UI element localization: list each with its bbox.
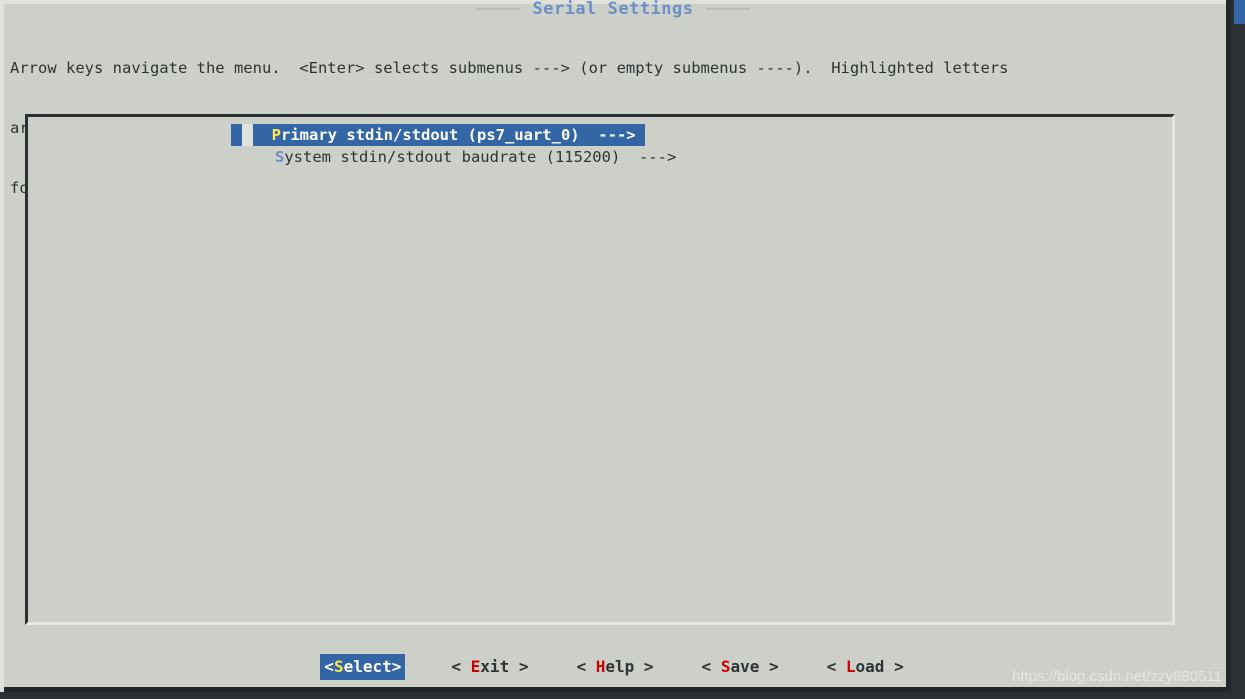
- load-button[interactable]: < Load >: [825, 654, 906, 680]
- button-hotkey: H: [595, 657, 606, 676]
- button-prefix: <: [701, 657, 721, 676]
- terminal-right-gutter: [1234, 24, 1245, 699]
- menu-list-box: Primary stdin/stdout (ps7_uart_0) ---> S…: [25, 114, 1175, 625]
- save-button[interactable]: < Save >: [700, 654, 781, 680]
- menu-item-row-content: Primary stdin/stdout (ps7_uart_0) --->: [231, 124, 645, 146]
- button-prefix: <: [826, 657, 846, 676]
- dialog-top-highlight-border: [0, 0, 1226, 4]
- button-label: ave: [730, 657, 760, 676]
- button-label: oad: [855, 657, 885, 676]
- button-suffix: >: [759, 657, 779, 676]
- selection-cursor-cell: [242, 124, 253, 146]
- help-line-1: Arrow keys navigate the menu. <Enter> se…: [10, 59, 1009, 77]
- help-button[interactable]: < Help >: [574, 654, 655, 680]
- button-suffix: >: [391, 657, 402, 676]
- select-button[interactable]: <Select>: [320, 654, 406, 680]
- button-prefix: <: [576, 657, 596, 676]
- selection-lead-block: [231, 124, 242, 146]
- button-suffix: >: [884, 657, 904, 676]
- menu-list: Primary stdin/stdout (ps7_uart_0) ---> S…: [28, 124, 1172, 168]
- button-prefix: <: [451, 657, 471, 676]
- title-rule-left: [476, 8, 521, 10]
- title-rule-right: [705, 8, 750, 10]
- menu-item-row-content: System stdin/stdout baudrate (115200) --…: [275, 146, 676, 168]
- watermark-text: https://blog.csdn.net/zzy980511: [1012, 668, 1222, 685]
- menu-item-primary-stdin-stdout[interactable]: Primary stdin/stdout (ps7_uart_0) --->: [28, 124, 1172, 146]
- menu-item-system-baudrate[interactable]: System stdin/stdout baudrate (115200) --…: [28, 146, 1172, 168]
- menu-item-label: ystem stdin/stdout baudrate (115200) ---…: [284, 148, 677, 166]
- dialog-left-highlight-border: [0, 0, 4, 692]
- terminal-accent-strip: [1234, 0, 1245, 24]
- terminal-window: Serial Settings Arrow keys navigate the …: [0, 0, 1245, 699]
- button-hotkey: S: [333, 657, 344, 676]
- menu-item-hotkey: P: [271, 126, 282, 144]
- button-hotkey: L: [845, 657, 856, 676]
- button-suffix: >: [634, 657, 654, 676]
- button-label: xit: [480, 657, 510, 676]
- menuconfig-dialog: Serial Settings Arrow keys navigate the …: [0, 0, 1231, 692]
- menu-item-label: rimary stdin/stdout (ps7_uart_0) --->: [281, 126, 636, 144]
- button-hotkey: S: [720, 657, 731, 676]
- exit-button[interactable]: < Exit >: [449, 654, 530, 680]
- button-label: elp: [605, 657, 635, 676]
- menu-item-gap: [253, 126, 272, 144]
- button-hotkey: E: [470, 657, 481, 676]
- button-suffix: >: [509, 657, 529, 676]
- button-prefix: <: [324, 657, 334, 676]
- menu-item-trailing-pad: [636, 126, 645, 144]
- menu-item-hotkey: S: [275, 148, 285, 166]
- button-label: elect: [343, 657, 392, 676]
